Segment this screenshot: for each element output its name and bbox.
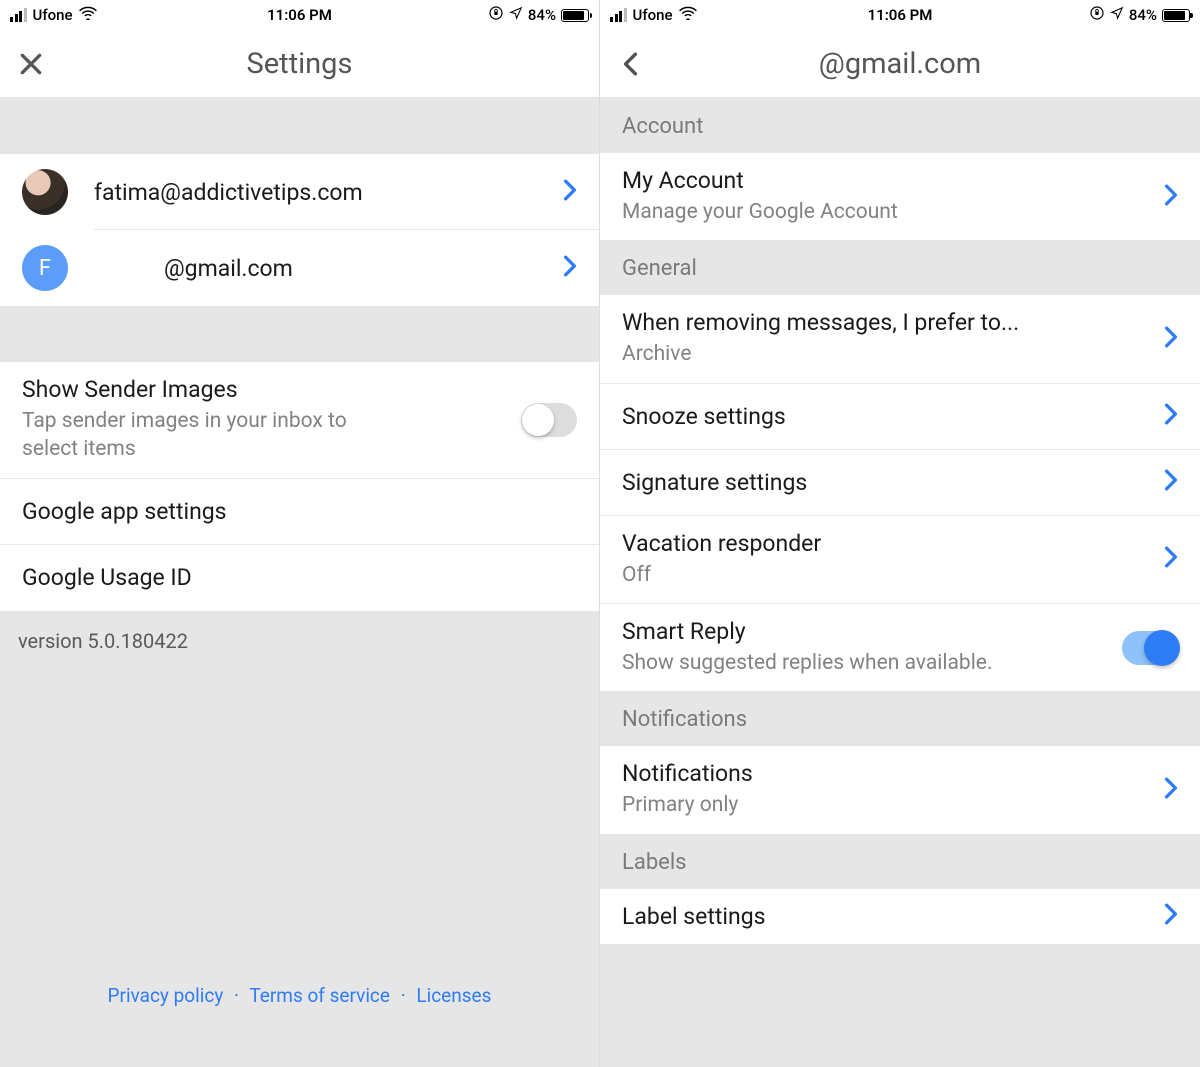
row-title: Show Sender Images bbox=[22, 376, 509, 403]
vacation-responder-row[interactable]: Vacation responder Off bbox=[600, 516, 1200, 604]
accounts-list: fatima@addictivetips.com F @gmail.com bbox=[0, 154, 599, 306]
chevron-right-icon bbox=[1164, 326, 1178, 352]
battery-pct: 84% bbox=[1129, 6, 1157, 24]
page-title: @gmail.com bbox=[618, 47, 1182, 81]
smart-reply-row[interactable]: Smart Reply Show suggested replies when … bbox=[600, 604, 1200, 691]
row-title: Notifications bbox=[622, 760, 1152, 787]
account-row[interactable]: fatima@addictivetips.com bbox=[0, 154, 599, 230]
row-title: Vacation responder bbox=[622, 530, 1152, 557]
row-title: When removing messages, I prefer to... bbox=[622, 309, 1152, 336]
row-title: My Account bbox=[622, 167, 1152, 194]
signal-icon bbox=[610, 8, 627, 22]
settings-list: Show Sender Images Tap sender images in … bbox=[0, 362, 599, 611]
account-row[interactable]: F @gmail.com bbox=[0, 230, 599, 306]
avatar: F bbox=[22, 245, 68, 291]
smart-reply-toggle[interactable] bbox=[1122, 631, 1178, 665]
chevron-right-icon bbox=[1164, 469, 1178, 495]
label-settings-row[interactable]: Label settings bbox=[600, 889, 1200, 944]
privacy-link[interactable]: Privacy policy bbox=[108, 984, 224, 1007]
row-title: Signature settings bbox=[622, 469, 1152, 496]
chevron-right-icon bbox=[1164, 403, 1178, 429]
status-bar: Ufone 11:06 PM 84% bbox=[0, 0, 599, 30]
terms-link[interactable]: Terms of service bbox=[249, 984, 390, 1007]
location-icon bbox=[1110, 6, 1124, 24]
row-subtitle: Primary only bbox=[622, 791, 1152, 819]
clock: 11:06 PM bbox=[203, 6, 396, 24]
battery-pct: 84% bbox=[528, 6, 556, 24]
my-account-row[interactable]: My Account Manage your Google Account bbox=[600, 153, 1200, 240]
account-email: @gmail.com bbox=[94, 255, 551, 282]
row-title: Google app settings bbox=[22, 498, 577, 525]
row-subtitle: Show suggested replies when available. bbox=[622, 649, 1110, 677]
licenses-link[interactable]: Licenses bbox=[416, 984, 491, 1007]
google-usage-id-row[interactable]: Google Usage ID bbox=[0, 545, 599, 611]
chevron-right-icon bbox=[1164, 777, 1178, 803]
google-app-settings-row[interactable]: Google app settings bbox=[0, 479, 599, 545]
sender-images-toggle[interactable] bbox=[521, 403, 577, 437]
row-subtitle: Manage your Google Account bbox=[622, 198, 1152, 226]
row-title: Snooze settings bbox=[622, 403, 1152, 430]
row-title: Label settings bbox=[622, 903, 1152, 930]
carrier-label: Ufone bbox=[633, 6, 673, 24]
row-subtitle: Tap sender images in your inbox to selec… bbox=[22, 407, 402, 464]
location-icon bbox=[509, 6, 523, 24]
section-notifications: Notifications bbox=[600, 691, 1200, 746]
row-title: Smart Reply bbox=[622, 618, 1110, 645]
rotation-lock-icon bbox=[488, 5, 504, 25]
notifications-row[interactable]: Notifications Primary only bbox=[600, 746, 1200, 833]
carrier-label: Ufone bbox=[33, 6, 73, 24]
snooze-settings-row[interactable]: Snooze settings bbox=[600, 384, 1200, 450]
row-subtitle: Archive bbox=[622, 340, 1152, 368]
remove-preference-row[interactable]: When removing messages, I prefer to... A… bbox=[600, 295, 1200, 383]
show-sender-images-row[interactable]: Show Sender Images Tap sender images in … bbox=[0, 362, 599, 479]
rotation-lock-icon bbox=[1089, 5, 1105, 25]
page-title: Settings bbox=[18, 47, 581, 81]
avatar bbox=[22, 169, 68, 215]
row-subtitle: Off bbox=[622, 561, 1152, 589]
signature-settings-row[interactable]: Signature settings bbox=[600, 450, 1200, 516]
footer-links: Privacy policy · Terms of service · Lice… bbox=[0, 984, 599, 1007]
nav-bar: Settings bbox=[0, 30, 599, 98]
status-bar: Ufone 11:06 PM 84% bbox=[600, 0, 1200, 30]
nav-bar: @gmail.com bbox=[600, 30, 1200, 98]
chevron-right-icon bbox=[1164, 903, 1178, 929]
clock: 11:06 PM bbox=[803, 6, 996, 24]
section-account: Account bbox=[600, 98, 1200, 153]
signal-icon bbox=[10, 8, 27, 22]
chevron-right-icon bbox=[1164, 546, 1178, 572]
chevron-right-icon bbox=[563, 179, 577, 205]
account-settings-screen: Ufone 11:06 PM 84% @gmail.com bbox=[600, 0, 1200, 1067]
settings-screen: Ufone 11:06 PM 84% Setti bbox=[0, 0, 600, 1067]
row-title: Google Usage ID bbox=[22, 564, 577, 591]
account-email: fatima@addictivetips.com bbox=[94, 179, 551, 206]
wifi-icon bbox=[679, 6, 697, 24]
section-general: General bbox=[600, 240, 1200, 295]
section-labels: Labels bbox=[600, 834, 1200, 889]
version-label: version 5.0.180422 bbox=[0, 611, 599, 671]
battery-icon bbox=[1162, 9, 1190, 22]
battery-icon bbox=[561, 9, 589, 22]
wifi-icon bbox=[79, 6, 97, 24]
chevron-right-icon bbox=[1164, 184, 1178, 210]
chevron-right-icon bbox=[563, 255, 577, 281]
